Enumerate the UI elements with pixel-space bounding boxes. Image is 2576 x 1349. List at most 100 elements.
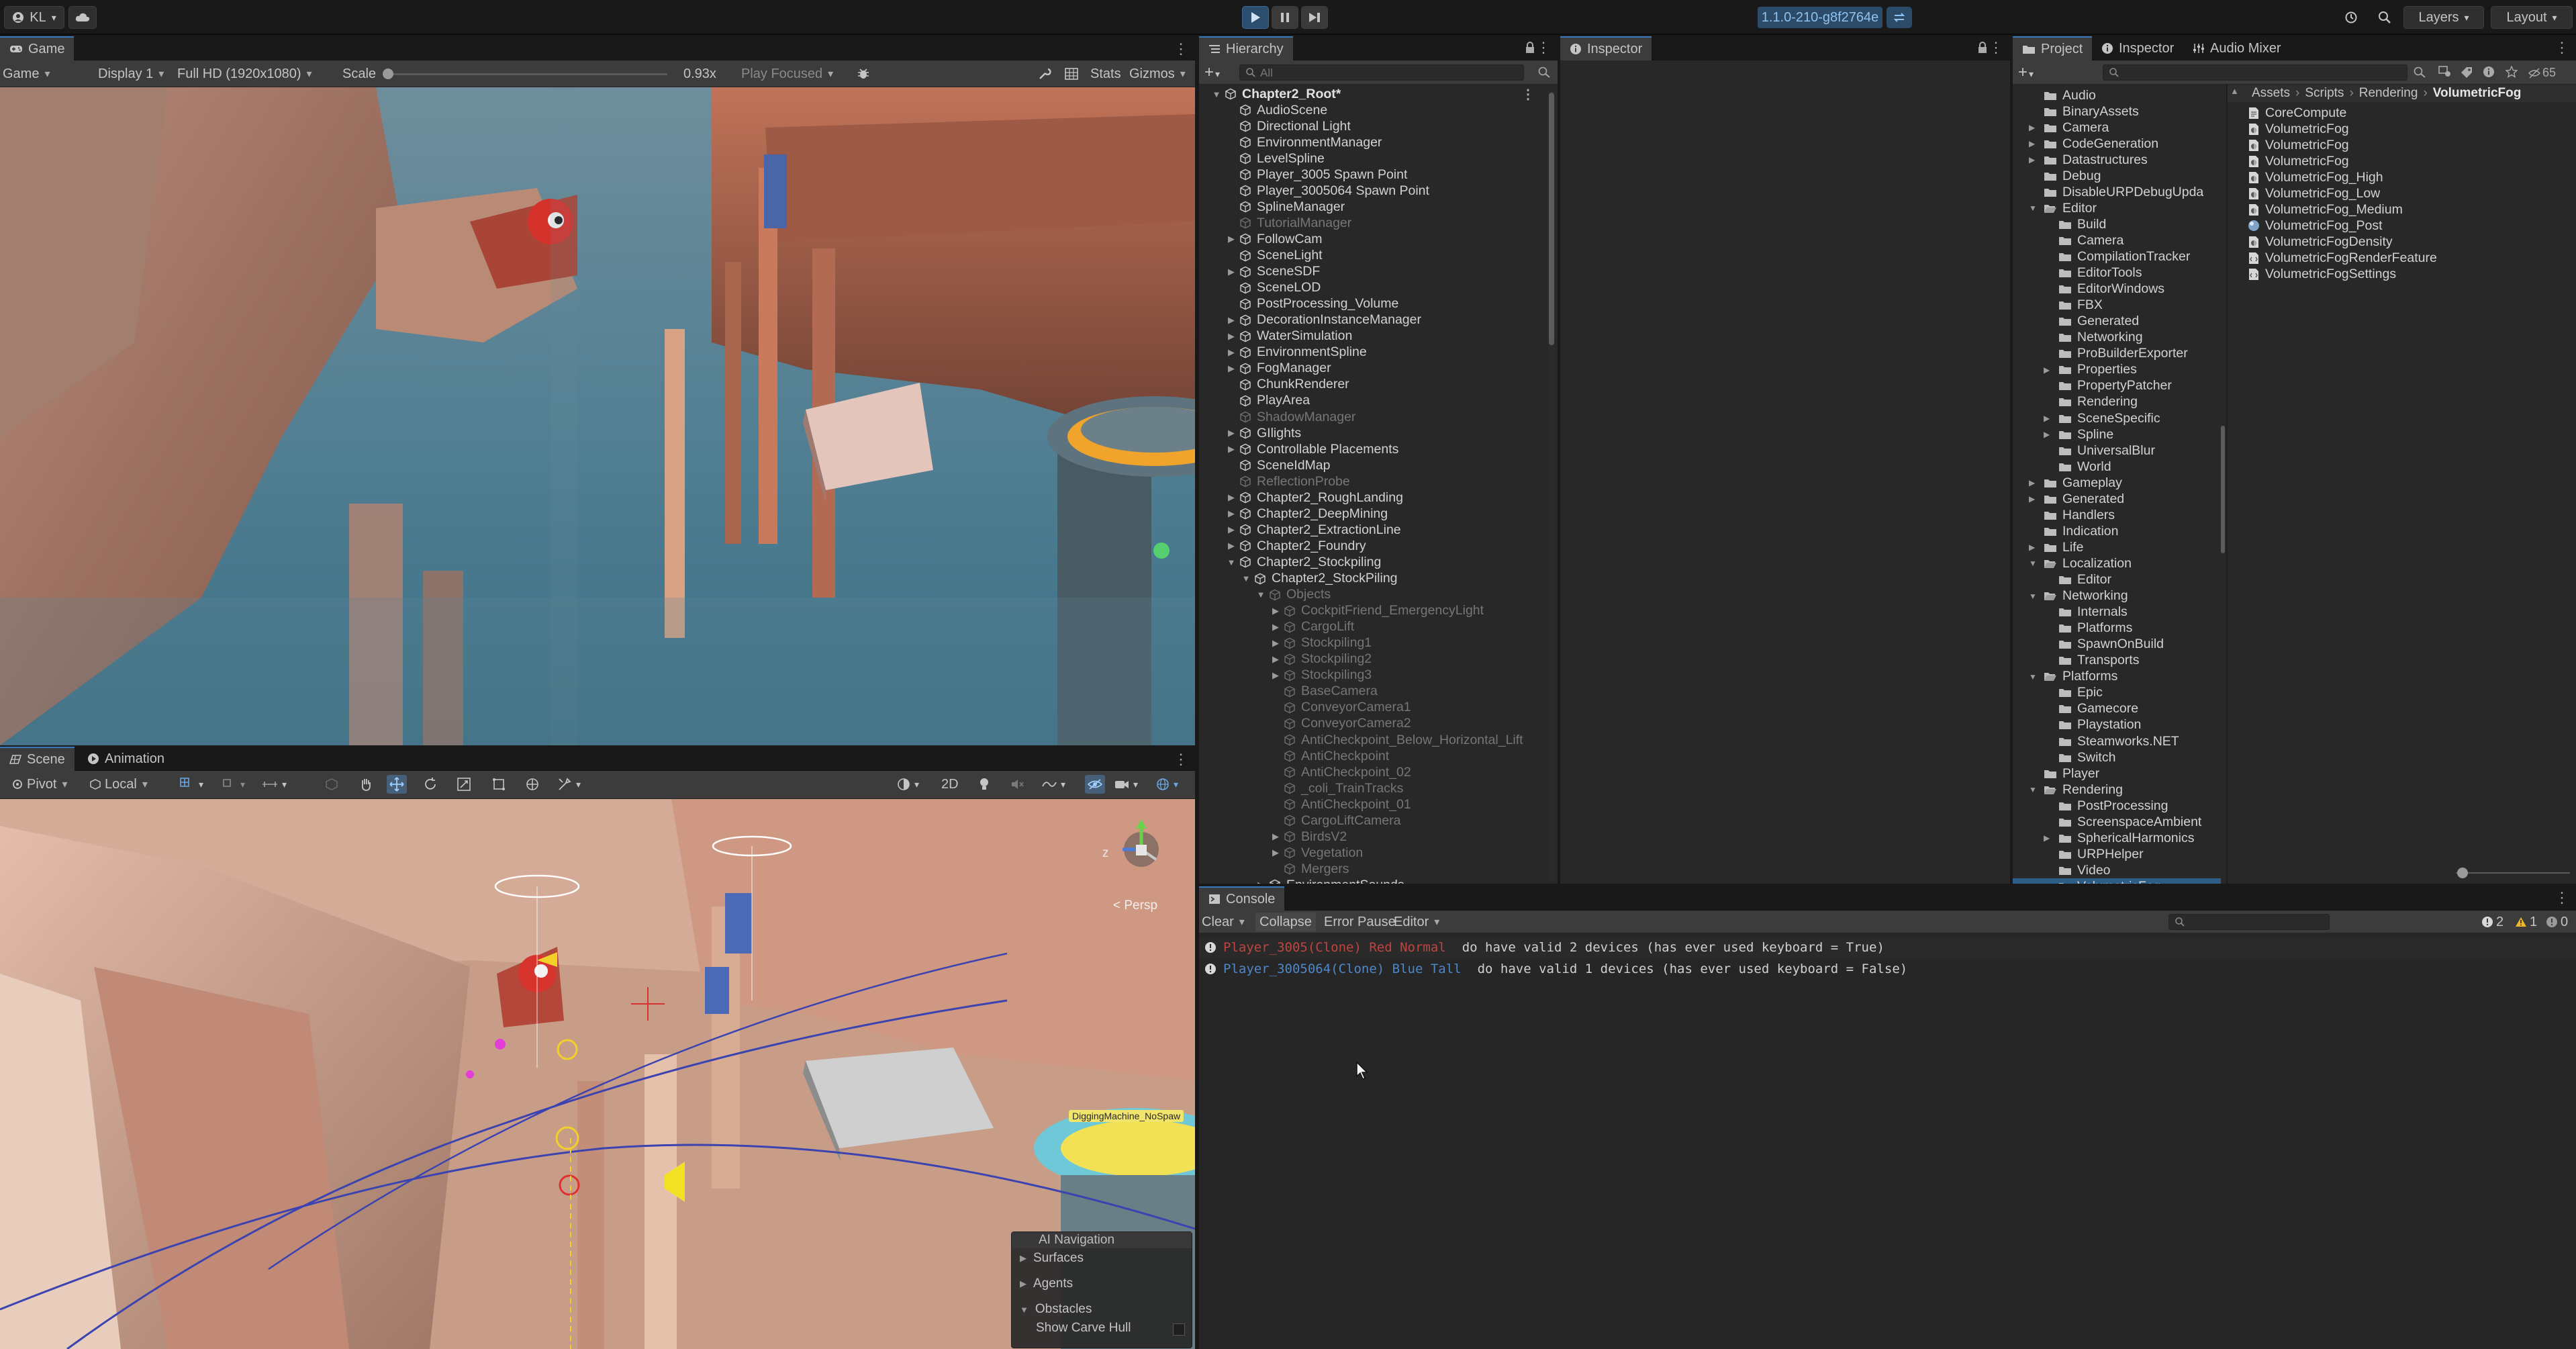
icon-size-slider[interactable]: [2456, 868, 2570, 878]
hierarchy-item[interactable]: ChunkRenderer: [1199, 377, 1349, 393]
project-folder-item[interactable]: Epic: [2058, 685, 2103, 701]
chevron-right-icon[interactable]: ▶: [1226, 267, 1237, 277]
project-asset-item[interactable]: VolumetricFogRenderFeature: [2248, 250, 2437, 266]
chevron-right-icon[interactable]: ▶: [1226, 315, 1237, 326]
effects-dropdown[interactable]: ▾: [1042, 775, 1065, 794]
project-asset-item[interactable]: VolumetricFog_High: [2248, 169, 2383, 185]
hierarchy-item[interactable]: SceneIdMap: [1199, 457, 1331, 473]
scene-viewport[interactable]: z < Persp DiggingMachine_NoSpaw AI Navig…: [0, 799, 1195, 1349]
breadcrumb-item[interactable]: Rendering: [2359, 86, 2418, 101]
lighting-toggle[interactable]: [979, 775, 990, 794]
chevron-right-icon[interactable]: ▶: [1270, 654, 1281, 665]
hierarchy-item[interactable]: ▶ BirdsV2: [1199, 829, 1347, 845]
chevron-right-icon[interactable]: ▶: [1226, 234, 1237, 244]
kebab-menu-icon[interactable]: ⋮: [1174, 751, 1188, 768]
project-folder-item[interactable]: EditorTools: [2058, 265, 2142, 281]
display-dropdown[interactable]: Display 1: [98, 64, 164, 83]
project-folder-item[interactable]: Player: [2044, 765, 2099, 782]
hierarchy-item[interactable]: Mergers: [1199, 861, 1349, 877]
tab-hierarchy[interactable]: Hierarchy: [1199, 36, 1293, 60]
hidden-packages-button[interactable]: 65: [2528, 66, 2556, 80]
collapse-toggle[interactable]: Collapse: [1255, 913, 1316, 931]
project-folder-item[interactable]: World: [2058, 459, 2111, 475]
chevron-right-icon[interactable]: ▶: [1226, 541, 1237, 551]
hierarchy-item[interactable]: CargoLiftCamera: [1199, 812, 1400, 829]
increment-snap-button[interactable]: ▾: [222, 775, 245, 794]
view-tool-disabled[interactable]: [325, 775, 338, 794]
project-folder-item[interactable]: ▶ Gameplay: [2029, 475, 2122, 491]
2d-toggle[interactable]: 2D: [941, 775, 959, 794]
hierarchy-item[interactable]: ConveyorCamera2: [1199, 716, 1411, 732]
play-button[interactable]: [1242, 6, 1269, 29]
chevron-right-icon[interactable]: ▶: [2044, 365, 2050, 375]
project-folder-item[interactable]: ▶ Properties: [2044, 362, 2137, 378]
hierarchy-item[interactable]: AntiCheckpoint_Below_Horizontal_Lift: [1199, 732, 1523, 748]
hierarchy-item[interactable]: ▶ Stockpiling3: [1199, 667, 1372, 684]
project-folder-item[interactable]: Rendering: [2058, 394, 2138, 410]
chevron-down-icon[interactable]: ▼: [1241, 573, 1251, 584]
kebab-menu-icon[interactable]: ⋮: [2555, 39, 2569, 56]
draw-mode-dropdown[interactable]: ▾: [897, 775, 919, 794]
chevron-down-icon[interactable]: ▼: [2029, 559, 2037, 568]
chevron-right-icon[interactable]: ▶: [1270, 847, 1281, 858]
breadcrumb-item[interactable]: Scripts: [2305, 86, 2344, 101]
hierarchy-item[interactable]: ▶ GIlights: [1199, 425, 1301, 441]
tab-animation[interactable]: Animation: [78, 747, 174, 771]
project-asset-item[interactable]: VolumetricFog: [2248, 153, 2349, 169]
project-folder-item[interactable]: Audio: [2044, 87, 2096, 103]
chevron-right-icon[interactable]: ▶: [2029, 123, 2035, 132]
project-folder-item[interactable]: Networking: [2058, 330, 2143, 346]
scale-slider[interactable]: [383, 68, 667, 79]
account-dropdown[interactable]: KL ▾: [4, 6, 64, 29]
project-folder-item[interactable]: ▼ Networking: [2029, 588, 2128, 604]
project-folder-item[interactable]: Platforms: [2058, 620, 2132, 637]
project-folder-item[interactable]: ▶ Spline: [2044, 426, 2113, 443]
hierarchy-item[interactable]: ▶ DecorationInstanceManager: [1199, 312, 1421, 328]
chevron-right-icon[interactable]: ▶: [2044, 414, 2050, 423]
custom-tool-button[interactable]: ▾: [557, 775, 581, 794]
tab-inspector[interactable]: Inspector: [1560, 36, 1652, 60]
layers-dropdown[interactable]: Layers ▾: [2403, 6, 2484, 29]
hierarchy-item[interactable]: ▶ FollowCam: [1199, 231, 1323, 247]
chevron-right-icon[interactable]: ▶: [2029, 478, 2035, 487]
chevron-down-icon[interactable]: ▼: [1211, 89, 1222, 99]
kebab-menu-icon[interactable]: ⋮: [1989, 39, 2003, 56]
pivot-dropdown[interactable]: Pivot: [12, 775, 68, 794]
perspective-toggle[interactable]: < Persp: [1113, 898, 1157, 913]
hierarchy-item[interactable]: PostProcessing_Volume: [1199, 296, 1398, 312]
game-mode-dropdown[interactable]: Game: [3, 64, 50, 83]
project-folder-item[interactable]: ▼ Localization: [2029, 555, 2132, 571]
editor-target-dropdown[interactable]: Editor: [1394, 913, 1439, 931]
project-folder-item[interactable]: Video: [2058, 862, 2111, 878]
chevron-right-icon[interactable]: ▶: [1270, 622, 1281, 633]
chevron-down-icon[interactable]: ▼: [2029, 785, 2037, 794]
hierarchy-item[interactable]: LevelSpline: [1199, 150, 1325, 167]
console-log-entry[interactable]: Player_3005(Clone) Red Normal do have va…: [1199, 937, 2576, 958]
chevron-right-icon[interactable]: ▶: [1226, 492, 1237, 503]
project-folder-item[interactable]: Steamworks.NET: [2058, 733, 2179, 749]
project-folder-item[interactable]: DisableURPDebugUpda: [2044, 184, 2203, 200]
hierarchy-item[interactable]: ▼ Chapter2_Stockpiling: [1199, 554, 1382, 570]
project-folder-item[interactable]: Switch: [2058, 749, 2115, 765]
hierarchy-item[interactable]: ▶ CargoLift: [1199, 619, 1354, 635]
project-folder-item[interactable]: PropertyPatcher: [2058, 378, 2172, 394]
chevron-right-icon[interactable]: ▶: [2029, 155, 2035, 165]
project-folder-item[interactable]: VolumetricFog: [2013, 878, 2221, 884]
chevron-right-icon[interactable]: ▶: [1226, 508, 1237, 519]
project-asset-item[interactable]: VolumetricFogSettings: [2248, 267, 2396, 283]
label-icon[interactable]: [2460, 66, 2473, 78]
hierarchy-item[interactable]: ▼ Objects: [1199, 587, 1331, 603]
chevron-right-icon[interactable]: ▶: [1226, 331, 1237, 342]
hierarchy-item[interactable]: ConveyorCamera1: [1199, 700, 1411, 716]
chevron-right-icon[interactable]: ▶: [2044, 833, 2050, 843]
add-object-button[interactable]: + ▾: [1204, 63, 1220, 82]
hierarchy-item[interactable]: ▶ Chapter2_DeepMining: [1199, 506, 1388, 522]
chevron-right-icon[interactable]: ▶: [1226, 347, 1237, 358]
log-count-toggle[interactable]: 2: [2481, 913, 2503, 931]
hierarchy-item[interactable]: ▶ Chapter2_ExtractionLine: [1199, 522, 1401, 538]
chevron-right-icon[interactable]: ▶: [2029, 139, 2035, 148]
hierarchy-item[interactable]: SceneLOD: [1199, 280, 1321, 296]
hierarchy-item[interactable]: Directional Light: [1199, 118, 1351, 134]
tab-game[interactable]: Game: [0, 36, 75, 60]
project-folder-item[interactable]: ▶ Datastructures: [2029, 152, 2148, 168]
